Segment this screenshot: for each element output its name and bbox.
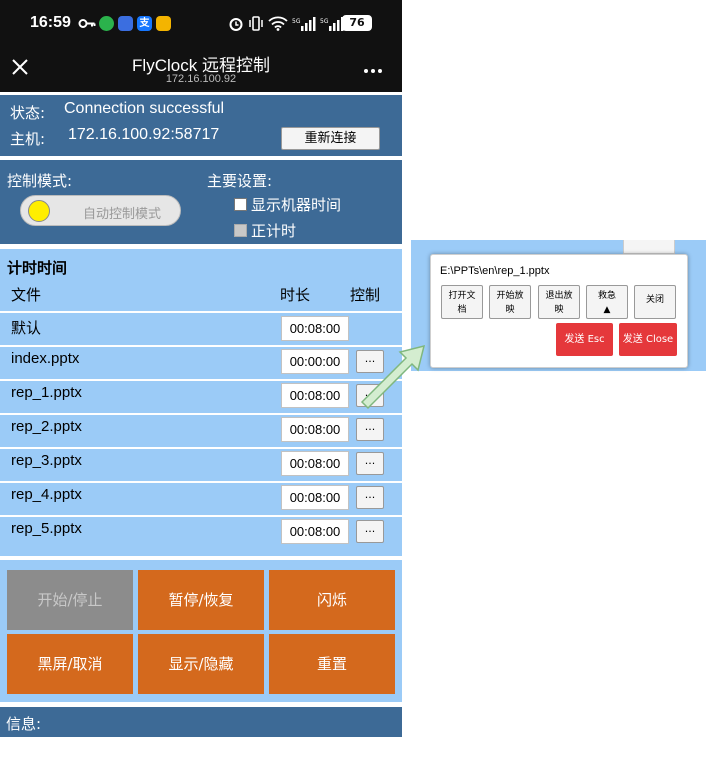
blackout-button[interactable]: 黑屏/取消	[7, 634, 133, 694]
file-control-button[interactable]: ...	[356, 418, 384, 441]
show-hide-button[interactable]: 显示/隐藏	[138, 634, 264, 694]
wechat-icon	[99, 16, 114, 31]
file-name: rep_5.pptx	[11, 520, 82, 537]
exit-show-button[interactable]: 退出放映	[538, 285, 580, 319]
column-header-file: 文件	[11, 286, 42, 304]
start-stop-button[interactable]: 开始/停止	[7, 570, 133, 630]
duration-input[interactable]: 00:08:00	[281, 485, 349, 510]
checkbox-box[interactable]	[234, 198, 247, 211]
signal-icon: 5G	[320, 17, 344, 31]
file-control-button[interactable]: ...	[356, 486, 384, 509]
popup-file-path: E:\PPTs\en\rep_1.pptx	[440, 265, 550, 277]
button-label-line: ▲	[603, 305, 611, 315]
phone-screen: 16:59 支 5G 5G 76 FlyClock 远程控制 172.16.10…	[0, 0, 402, 740]
row-divider	[0, 345, 402, 347]
row-divider	[0, 413, 402, 415]
flash-button[interactable]: 闪烁	[269, 570, 395, 630]
status-value: Connection successful	[64, 100, 225, 117]
host-value: 172.16.100.92:58717	[68, 126, 220, 143]
file-control-button[interactable]: ...	[356, 452, 384, 475]
host-label: 主机:	[10, 130, 46, 148]
reset-button[interactable]: 重置	[269, 634, 395, 694]
show-machine-time-checkbox[interactable]: 显示机器时间	[234, 194, 341, 215]
file-name: rep_3.pptx	[11, 452, 82, 469]
emergency-button[interactable]: 救急 ▲	[586, 285, 628, 319]
send-close-button[interactable]: 发送 Close	[619, 323, 677, 356]
signal-icon: 5G	[292, 17, 316, 31]
count-up-checkbox[interactable]: 正计时	[234, 220, 296, 241]
row-divider	[0, 379, 402, 381]
connection-panel: 状态: Connection successful 主机: 172.16.100…	[0, 95, 402, 156]
timer-title: 计时时间	[7, 259, 68, 277]
button-label-line: 档	[457, 305, 467, 315]
info-panel: 信息:	[0, 707, 402, 737]
action-panel: 开始/停止 暂停/恢复 闪烁 黑屏/取消 显示/隐藏 重置	[0, 560, 402, 702]
status-time: 16:59	[30, 14, 71, 31]
checkbox-box[interactable]	[234, 224, 247, 237]
column-header-control: 控制	[350, 286, 381, 304]
row-divider	[0, 515, 402, 517]
column-header-duration: 时长	[280, 286, 311, 304]
toggle-label: 自动控制模式	[83, 207, 162, 222]
button-label-line: 映	[505, 305, 515, 315]
mode-panel: 控制模式: 主要设置: 自动控制模式 显示机器时间 正计时	[0, 160, 402, 244]
control-mode-toggle[interactable]: 自动控制模式	[20, 195, 181, 226]
duration-input[interactable]: 00:08:00	[281, 417, 349, 442]
wifi-icon	[268, 16, 288, 31]
button-label-line: 打开文	[448, 291, 476, 301]
file-name: rep_2.pptx	[11, 418, 82, 435]
button-label-line: 救急	[597, 291, 616, 301]
vibrate-icon	[249, 16, 263, 31]
duration-input[interactable]: 00:08:00	[281, 451, 349, 476]
file-control-popup: E:\PPTs\en\rep_1.pptx 打开文档 开始放映 退出放映 救急 ▲…	[430, 254, 688, 368]
app-subtitle: 172.16.100.92	[165, 73, 237, 85]
duration-input[interactable]: 00:08:00	[281, 383, 349, 408]
more-icon[interactable]	[362, 60, 384, 78]
backdrop-field	[623, 240, 675, 254]
row-divider	[0, 447, 402, 449]
file-name: 默认	[11, 320, 42, 337]
status-bar: 16:59 支 5G 5G 76	[0, 0, 402, 48]
pause-resume-button[interactable]: 暂停/恢复	[138, 570, 264, 630]
duration-input[interactable]: 00:00:00	[281, 349, 349, 374]
start-show-button[interactable]: 开始放映	[489, 285, 531, 319]
toggle-knob	[28, 200, 50, 222]
alipay-icon: 支	[137, 16, 152, 31]
settings-label: 主要设置:	[207, 172, 273, 190]
svg-text:5G: 5G	[320, 18, 329, 25]
alarm-icon	[229, 18, 243, 31]
send-esc-button[interactable]: 发送 Esc	[556, 323, 613, 356]
key-icon	[78, 19, 96, 28]
svg-text:5G: 5G	[292, 18, 301, 25]
popup-close-button[interactable]: 关闭	[634, 285, 676, 319]
info-label: 信息:	[6, 715, 42, 733]
pointer-arrow-icon	[360, 344, 426, 410]
app-icon	[118, 16, 133, 31]
button-label-line: 退出放	[545, 291, 573, 301]
checkbox-label: 显示机器时间	[251, 196, 342, 214]
mode-label: 控制模式:	[7, 172, 73, 190]
battery-icon: 76	[342, 15, 372, 31]
file-name: index.pptx	[11, 350, 80, 367]
checkbox-label: 正计时	[251, 222, 297, 240]
row-divider	[0, 311, 402, 313]
button-label-line: 映	[554, 305, 564, 315]
button-label-line: 开始放	[496, 291, 524, 301]
weather-icon	[156, 16, 171, 31]
file-name: rep_1.pptx	[11, 384, 82, 401]
row-divider	[0, 481, 402, 483]
title-bar: FlyClock 远程控制 172.16.100.92	[0, 48, 402, 92]
open-document-button[interactable]: 打开文档	[441, 285, 483, 319]
duration-input[interactable]: 00:08:00	[281, 316, 349, 341]
file-control-button[interactable]: ...	[356, 520, 384, 543]
timer-panel: 计时时间 文件 时长 控制 默认 00:08:00 index.pptx 00:…	[0, 249, 402, 556]
reconnect-button[interactable]: 重新连接	[281, 127, 380, 150]
duration-input[interactable]: 00:08:00	[281, 519, 349, 544]
status-label: 状态:	[10, 104, 46, 122]
file-name: rep_4.pptx	[11, 486, 82, 503]
